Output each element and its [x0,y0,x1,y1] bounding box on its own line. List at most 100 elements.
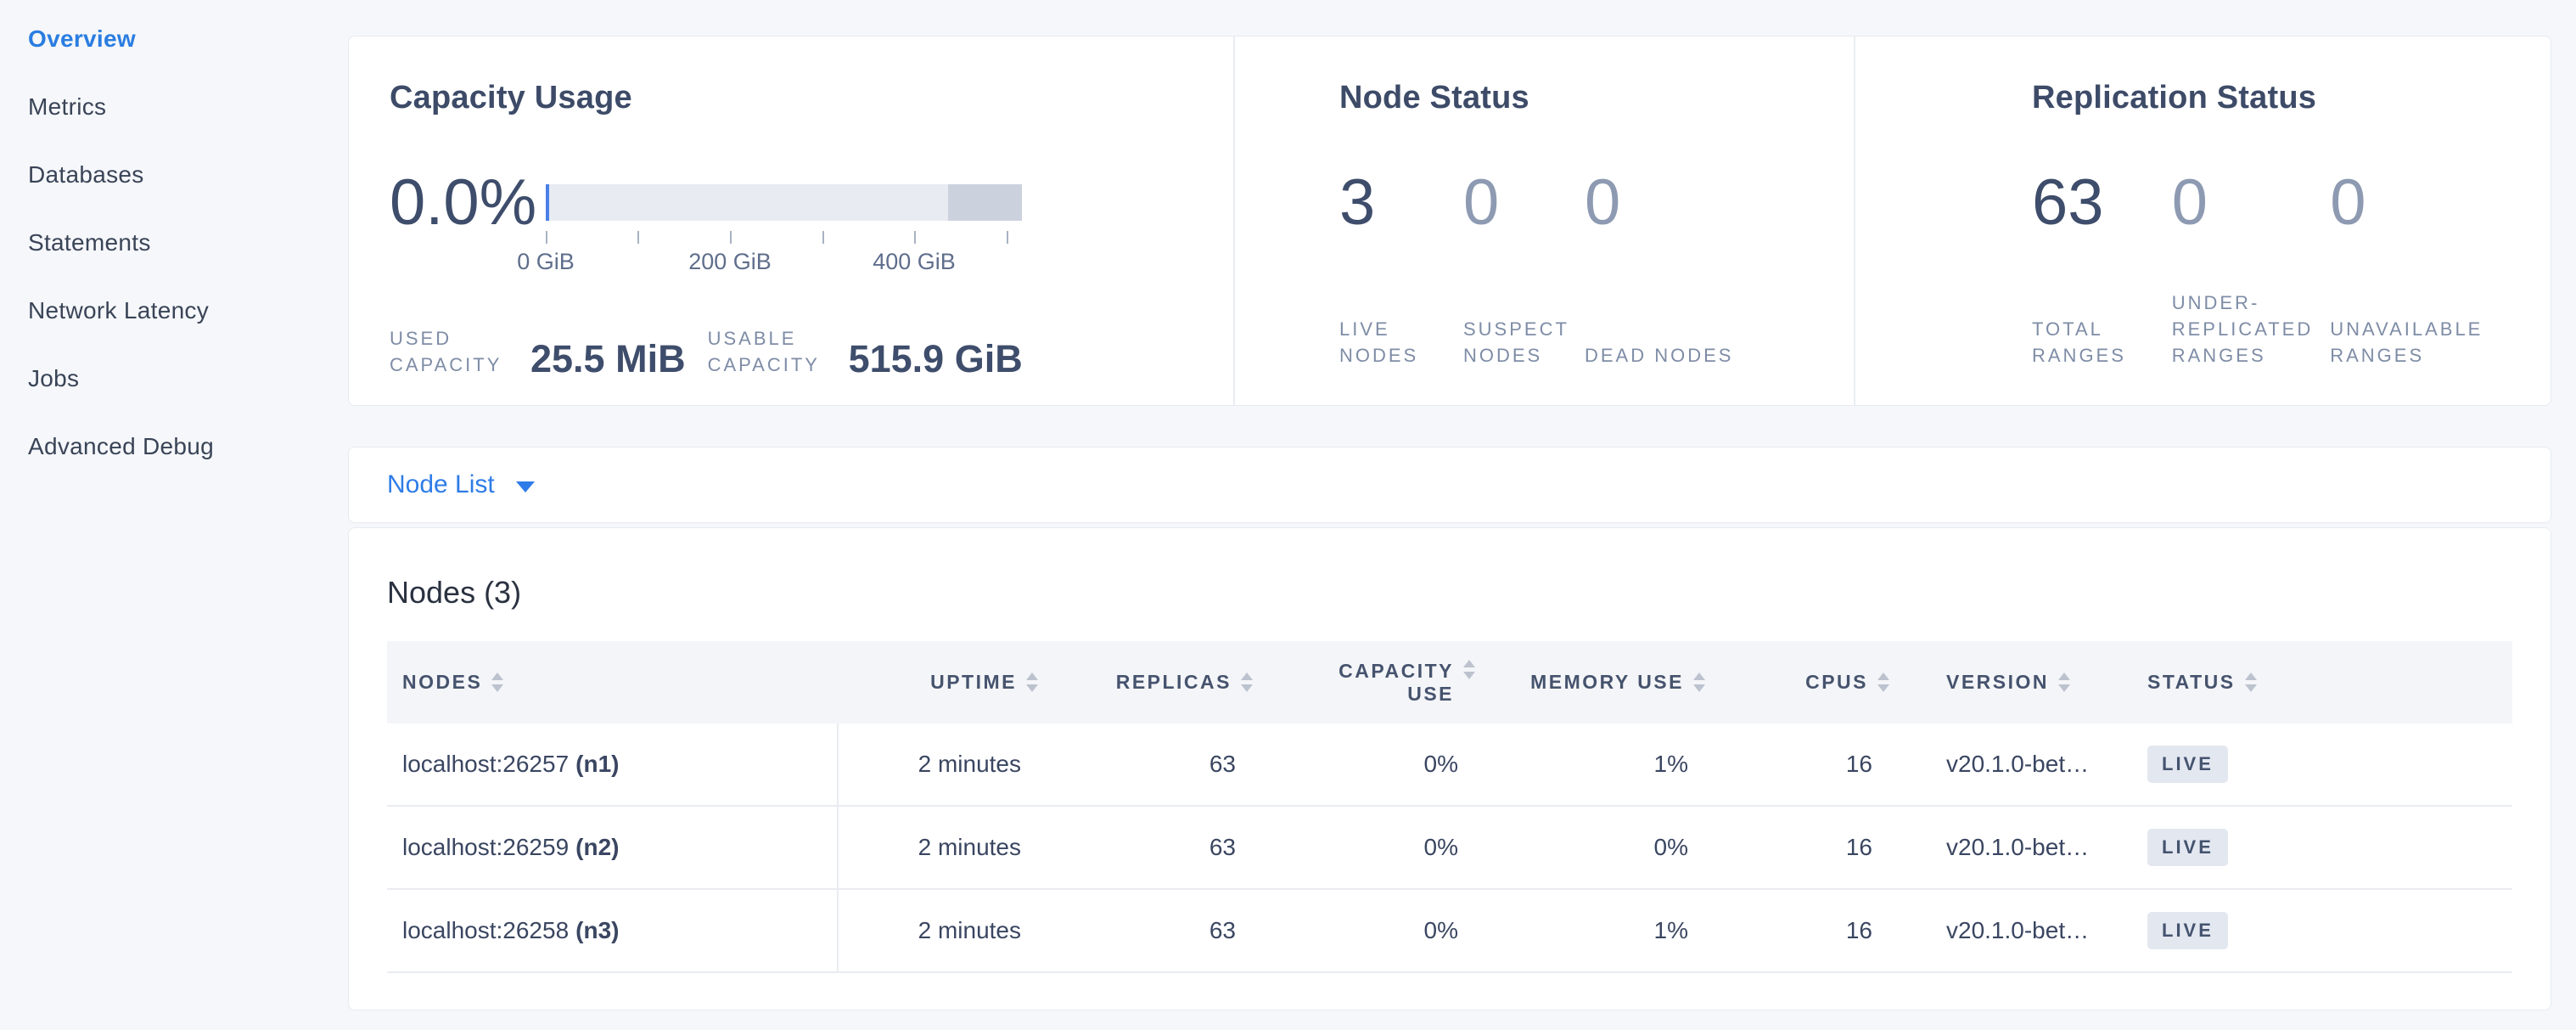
node-id: (n1) [575,751,619,777]
axis-tick [546,231,547,244]
node-address: localhost:26257 [402,751,569,777]
suspect-nodes-stat: 0 SUSPECT NODES [1463,172,1585,369]
under-replicated-ranges-stat: 0 UNDER-REPLICATED RANGES [2172,172,2331,369]
under-replicated-ranges-value: 0 [2172,172,2331,234]
node-id: (n3) [575,917,619,943]
uptime-cell: 2 minutes [839,807,1038,888]
node-list-view-bar: Node List [348,447,2551,523]
axis-tick-label: 0 GiB [517,249,575,275]
axis-tick-label: 200 GiB [688,249,772,275]
replication-status-title: Replication Status [2032,80,2551,116]
sort-icon [1241,673,1253,692]
nodes-card: Nodes (3) NODES UPTIME REPLICAS [348,527,2551,1010]
status-badge: LIVE [2147,829,2228,866]
unavailable-ranges-label: UNAVAILABLE RANGES [2330,316,2551,369]
used-capacity-value: 25.5 MiB [530,341,686,378]
status-badge: LIVE [2147,912,2228,949]
sort-icon [1877,673,1889,692]
capacity-bar-reserved-segment [948,184,1022,221]
node-list-dropdown-button[interactable]: Node List [387,470,535,499]
axis-tick [914,231,916,244]
column-header-status[interactable]: STATUS [2137,641,2512,723]
replication-status-stats: 63 TOTAL RANGES 0 UNDER-REPLICATED RANGE… [2032,172,2551,369]
capacity-bar-used-segment [546,184,549,221]
live-nodes-stat: 3 LIVE NODES [1339,172,1463,369]
suspect-nodes-label: SUSPECT NODES [1463,316,1585,369]
main-content: Capacity Usage 0.0% 0 Gi [348,0,2551,1010]
column-header-memory-use[interactable]: MEMORY USE [1475,641,1705,723]
node-address: localhost:26258 [402,917,569,943]
table-row: localhost:26258(n3) 2 minutes 63 0% 1% 1… [387,890,2512,973]
capacity-usage-section: Capacity Usage 0.0% 0 Gi [349,37,1233,405]
column-header-cpus[interactable]: CPUS [1705,641,1889,723]
dead-nodes-label: DEAD NODES [1585,342,1750,369]
axis-tick [1007,231,1008,244]
capacity-bar-track [546,184,1022,221]
replication-status-section: Replication Status 63 TOTAL RANGES 0 UND… [1854,37,2551,405]
node-link[interactable]: localhost:26258(n3) [402,917,619,944]
column-header-replicas[interactable]: REPLICAS [1038,641,1253,723]
node-link[interactable]: localhost:26259(n2) [402,834,619,861]
capacity-usage-chart-row: 0.0% 0 GiB 200 GiB [390,172,1233,286]
sidebar-item-jobs[interactable]: Jobs [28,345,348,413]
capacity-usage-title: Capacity Usage [390,80,1233,116]
dead-nodes-value: 0 [1585,172,1750,234]
cpus-cell: 16 [1705,807,1889,888]
version-cell: v20.1.0-bet… [1889,807,2137,888]
replicas-cell: 63 [1038,890,1253,971]
suspect-nodes-value: 0 [1463,172,1585,234]
capacity-used-percent: 0.0% [390,172,524,234]
capacity-bar-chart: 0 GiB 200 GiB 400 GiB [546,184,1022,286]
sort-icon [1463,660,1475,679]
node-id: (n2) [575,834,619,860]
column-header-capacity-use[interactable]: CAPACITY USE [1253,641,1475,723]
axis-tick-label: 400 GiB [873,249,956,275]
node-address: localhost:26259 [402,834,569,860]
capacity-use-cell: 0% [1253,890,1475,971]
used-capacity-label: USED CAPACITY [390,325,519,378]
under-replicated-ranges-label: UNDER-REPLICATED RANGES [2172,290,2331,369]
nodes-table-title: Nodes (3) [387,575,2512,611]
sidebar-item-advanced-debug[interactable]: Advanced Debug [28,413,348,481]
node-list-dropdown-label: Node List [387,470,495,499]
axis-tick [822,231,824,244]
live-nodes-value: 3 [1339,172,1463,234]
sidebar-item-network-latency[interactable]: Network Latency [28,277,348,345]
sort-icon [2058,673,2070,692]
total-ranges-stat: 63 TOTAL RANGES [2032,172,2172,369]
node-link[interactable]: localhost:26257(n1) [402,751,619,778]
sidebar-item-databases[interactable]: Databases [28,141,348,209]
sidebar-item-overview[interactable]: Overview [28,5,348,73]
version-cell: v20.1.0-bet… [1889,723,2137,805]
cluster-summary-card: Capacity Usage 0.0% 0 Gi [348,36,2551,406]
nodes-table-header: NODES UPTIME REPLICAS CAPACITY USE [387,641,2512,723]
live-nodes-label: LIVE NODES [1339,316,1463,369]
unavailable-ranges-value: 0 [2330,172,2551,234]
node-status-stats: 3 LIVE NODES 0 SUSPECT NODES 0 DEAD NODE… [1339,172,1854,369]
status-badge: LIVE [2147,746,2228,783]
total-ranges-value: 63 [2032,172,2172,234]
dead-nodes-stat: 0 DEAD NODES [1585,172,1750,369]
column-header-uptime[interactable]: UPTIME [839,641,1038,723]
uptime-cell: 2 minutes [839,890,1038,971]
sidebar-item-statements[interactable]: Statements [28,209,348,277]
capacity-stats-row: USED CAPACITY 25.5 MiB USABLE CAPACITY 5… [390,325,1233,378]
sort-icon [491,673,503,692]
usable-capacity-stat: USABLE CAPACITY 515.9 GiB [708,325,1023,378]
table-row: localhost:26257(n1) 2 minutes 63 0% 1% 1… [387,723,2512,807]
column-header-version[interactable]: VERSION [1889,641,2137,723]
total-ranges-label: TOTAL RANGES [2032,316,2172,369]
replicas-cell: 63 [1038,807,1253,888]
cpus-cell: 16 [1705,890,1889,971]
nodes-table: NODES UPTIME REPLICAS CAPACITY USE [387,641,2512,973]
axis-tick [637,231,639,244]
memory-use-cell: 1% [1475,890,1705,971]
table-row: localhost:26259(n2) 2 minutes 63 0% 0% 1… [387,807,2512,890]
cockroachdb-overview-page: Overview Metrics Databases Statements Ne… [0,0,2576,1030]
column-header-nodes[interactable]: NODES [387,641,839,723]
memory-use-cell: 1% [1475,723,1705,805]
usable-capacity-value: 515.9 GiB [849,341,1023,378]
uptime-cell: 2 minutes [839,723,1038,805]
sidebar-item-metrics[interactable]: Metrics [28,73,348,141]
axis-tick [730,231,732,244]
